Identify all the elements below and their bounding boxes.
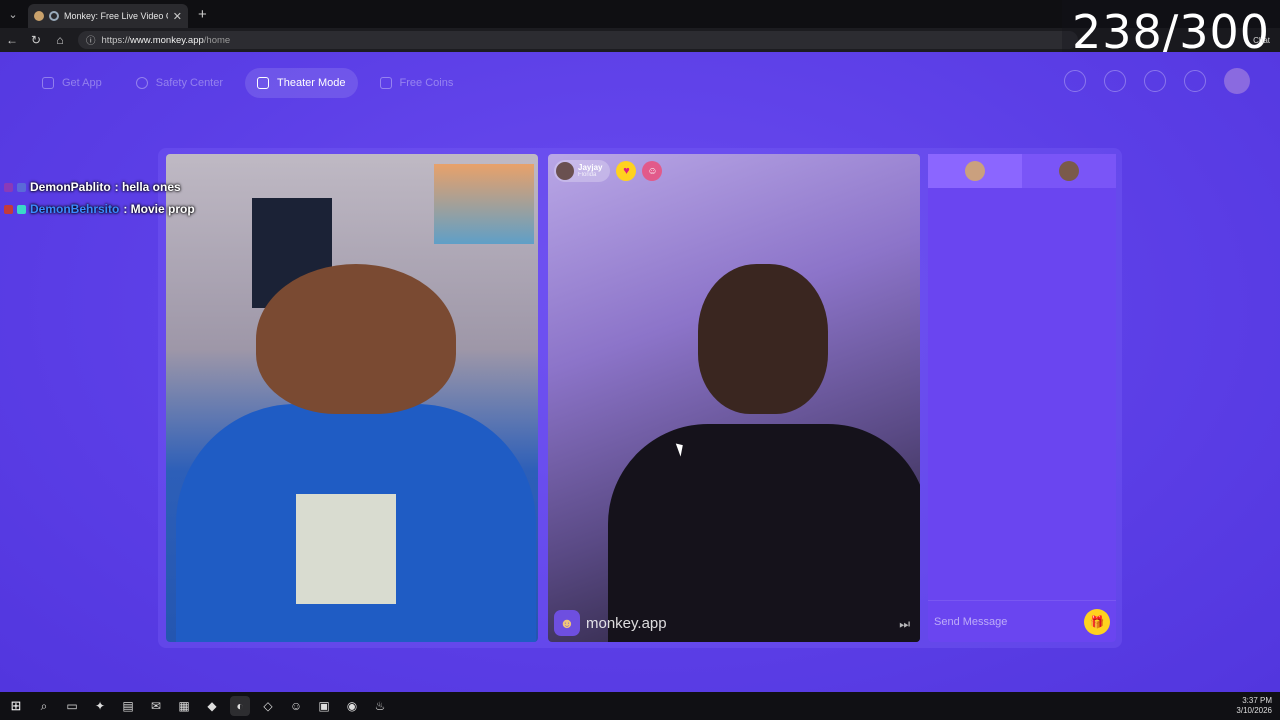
get-app-label: Get App (62, 77, 102, 89)
send-message-input[interactable] (934, 615, 1084, 628)
system-clock[interactable]: 3:37 PM 3/10/2026 (1236, 696, 1272, 716)
store-icon[interactable]: ▦ (174, 696, 194, 716)
chat-badge-icon (4, 204, 13, 214)
safety-center-label: Safety Center (155, 77, 224, 89)
chat-line: DemonPablito : hella ones (4, 176, 195, 198)
windows-taskbar: ⊞ ⌕ ▭ ✦ ▤ ✉ ▦ ◆ ◐ ◇ ☺ ▣ ◉ ♨ 3:37 PM 3/10… (0, 692, 1280, 720)
new-tab-icon[interactable]: + (198, 6, 207, 23)
clock-date: 3/10/2026 (1236, 706, 1272, 715)
self-avatar (965, 161, 985, 181)
profile-icon[interactable] (1104, 70, 1126, 92)
site-info-icon[interactable]: ⓘ (86, 33, 96, 47)
monkey-favicon-icon (34, 11, 44, 21)
url-path: /home (203, 34, 231, 46)
free-coins-label: Free Coins (399, 77, 454, 89)
tab-self[interactable] (928, 154, 1022, 188)
discord-icon[interactable]: ☺ (286, 696, 306, 716)
url-host: www.monkey.app (130, 34, 204, 46)
wall-picture (434, 164, 534, 244)
browser-chat-button[interactable]: Chat (1253, 36, 1270, 45)
shield-icon (135, 77, 148, 89)
message-bar: 🎁 (928, 600, 1116, 642)
chat-badge-icon (4, 182, 13, 192)
messages-icon[interactable] (1184, 70, 1206, 92)
search-taskbar-icon[interactable]: ⌕ (34, 696, 54, 716)
partner-person-head (698, 264, 828, 414)
obs-icon[interactable]: ◉ (342, 696, 362, 716)
theater-mode-label: Theater Mode (277, 77, 346, 89)
monkey-app: Get App Safety Center Theater Mode Free … (0, 52, 1280, 692)
search-icon[interactable] (1064, 70, 1086, 92)
partner-avatar (556, 162, 574, 180)
chat-message: : Movie prop (123, 202, 195, 216)
phone-icon (42, 77, 54, 89)
partner-location: Florida (578, 172, 597, 178)
chat-badge-icon (17, 204, 26, 214)
back-arrow-icon[interactable]: ← (0, 33, 24, 47)
heart-icon[interactable]: ♥ (616, 161, 637, 181)
edge-browser-icon[interactable]: ◐ (230, 696, 250, 716)
user-avatar[interactable] (1224, 68, 1250, 94)
monkey-watermark: ☻ monkey.app (554, 610, 667, 636)
copilot-icon[interactable]: ✦ (90, 696, 110, 716)
top-navigation: Get App Safety Center Theater Mode Free … (30, 68, 465, 98)
chat-sidebar: 🎁 (928, 154, 1116, 642)
clock-time: 3:37 PM (1242, 696, 1272, 705)
file-explorer-icon[interactable]: ▤ (118, 696, 138, 716)
chat-message: : hella ones (114, 180, 181, 194)
url-text: https://www.monkey.app/home (102, 35, 231, 46)
self-video (166, 154, 538, 642)
monkey-logo-icon: ☻ (554, 610, 580, 636)
right-navigation (1064, 68, 1250, 94)
tab-title: Monkey: Free Live Video Chat (64, 11, 168, 21)
report-badge-icon[interactable]: ☺ (642, 161, 663, 181)
chat-user: DemonBehrsito (30, 202, 120, 216)
get-app-button[interactable]: Get App (30, 68, 114, 98)
browser-tab[interactable]: Monkey: Free Live Video Chat ✕ (28, 4, 188, 28)
sidebar-tabs (928, 154, 1116, 188)
chat-badge-icon (17, 182, 26, 192)
task-view-icon[interactable]: ▭ (62, 696, 82, 716)
chat-user: DemonPablito (30, 180, 111, 194)
self-person-head (256, 264, 456, 414)
gamepass-icon[interactable]: ◆ (202, 696, 222, 716)
coins-icon (379, 77, 392, 89)
free-coins-button[interactable]: Free Coins (368, 68, 466, 98)
partner-info-pill[interactable]: Jayjay Florida (554, 160, 611, 182)
expand-icon (257, 77, 270, 89)
recording-icon (49, 11, 59, 21)
safety-center-button[interactable]: Safety Center (124, 68, 235, 98)
tab-partner[interactable] (1022, 154, 1116, 188)
steam-icon[interactable]: ♨ (370, 696, 390, 716)
partner-video: Jayjay Florida ♥ ☺ ☻ monkey.app ⏭ (548, 154, 920, 642)
skip-icon[interactable]: ⏭ (899, 617, 910, 632)
self-person-shirt-graphic (296, 494, 396, 604)
refresh-icon[interactable]: ↻ (24, 33, 48, 47)
gift-icon[interactable]: 🎁 (1084, 608, 1110, 635)
url-field[interactable]: ⓘ https://www.monkey.app/home (78, 31, 1078, 49)
chat-line: DemonBehrsito : Movie prop (4, 198, 195, 220)
app-icon[interactable]: ◇ (258, 696, 278, 716)
partner-avatar-small (1059, 161, 1079, 181)
theater-mode-button[interactable]: Theater Mode (245, 68, 358, 98)
partner-tag: Jayjay Florida ♥ ☺ (554, 160, 663, 182)
tab-menu-chevron-icon[interactable]: ⌄ (0, 0, 26, 28)
history-icon[interactable] (1144, 70, 1166, 92)
watermark-text: monkey.app (586, 614, 667, 632)
url-scheme: https:// (101, 34, 131, 46)
windows-start-icon[interactable]: ⊞ (6, 696, 26, 716)
partner-name: Jayjay (578, 163, 603, 172)
streaming-app-icon[interactable]: ▣ (314, 696, 334, 716)
stream-chat-overlay: DemonPablito : hella ones DemonBehrsito … (4, 176, 195, 220)
video-chat-stage: Jayjay Florida ♥ ☺ ☻ monkey.app ⏭ 🎁 (158, 148, 1122, 648)
home-icon[interactable]: ⌂ (48, 33, 72, 47)
outlook-icon[interactable]: ✉ (146, 696, 166, 716)
close-tab-icon[interactable]: ✕ (173, 10, 182, 23)
